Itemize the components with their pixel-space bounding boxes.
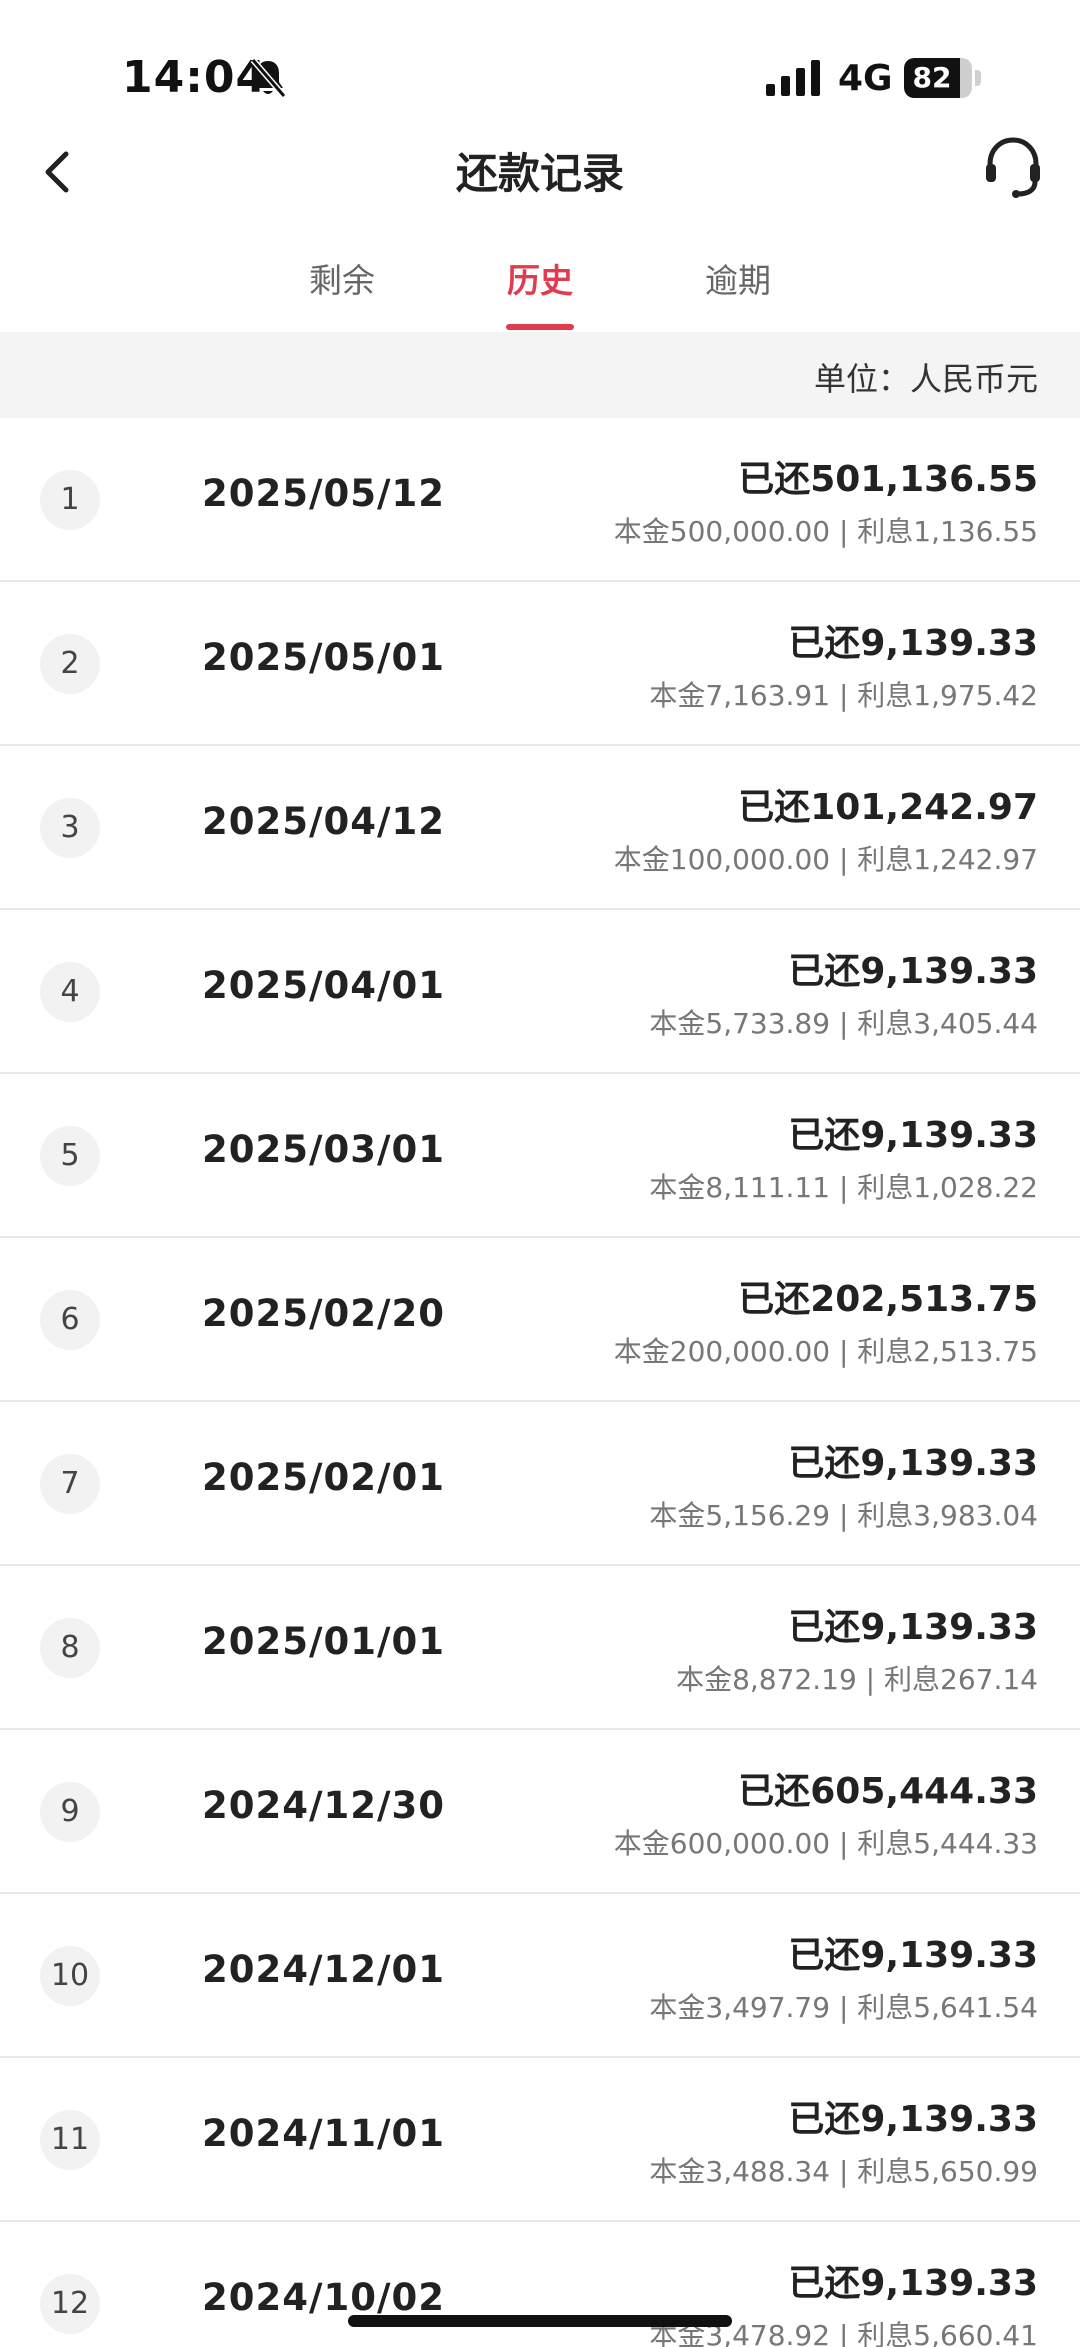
- record-date: 2025/04/01: [202, 964, 445, 1007]
- record-principal-interest: 本金600,000.00 | 利息5,444.33: [613, 1827, 1038, 1860]
- record-paid-amount: 已还9,139.33: [788, 2263, 1038, 2304]
- nav-header: 还款记录: [0, 120, 1080, 230]
- record-principal-interest: 本金200,000.00 | 利息2,513.75: [613, 1335, 1038, 1368]
- record-paid-amount: 已还9,139.33: [788, 2099, 1038, 2140]
- repayment-record-list: 1 2025/05/12 已还501,136.55 本金500,000.00 | 利息…: [0, 418, 1080, 2347]
- network-type: 4G: [838, 58, 893, 99]
- record-date: 2024/11/01: [202, 2112, 445, 2155]
- record-index-badge: 1: [40, 470, 100, 530]
- record-principal-interest: 本金8,111.11 | 利息1,028.22: [649, 1171, 1038, 1204]
- tab-history[interactable]: 历史: [470, 254, 610, 302]
- record-index-badge: 3: [40, 798, 100, 858]
- record-principal-interest: 本金5,156.29 | 利息3,983.04: [649, 1499, 1038, 1532]
- record-paid-amount: 已还9,139.33: [788, 1607, 1038, 1648]
- repayment-record-row[interactable]: 4 2025/04/01 已还9,139.33 本金5,733.89 | 利息3,40…: [0, 910, 1080, 1074]
- tab-bar: 剩余 历史 逾期: [0, 240, 1080, 332]
- record-date: 2025/01/01: [202, 1620, 445, 1663]
- repayment-record-row[interactable]: 1 2025/05/12 已还501,136.55 本金500,000.00 | 利息…: [0, 418, 1080, 582]
- unit-bar: 单位：人民币元: [0, 332, 1080, 418]
- battery-icon: 82: [904, 58, 982, 98]
- repayment-record-row[interactable]: 7 2025/02/01 已还9,139.33 本金5,156.29 | 利息3,98…: [0, 1402, 1080, 1566]
- headset-icon[interactable]: [982, 134, 1044, 200]
- record-paid-amount: 已还9,139.33: [788, 1443, 1038, 1484]
- signal-icon: [766, 60, 820, 96]
- record-date: 2025/03/01: [202, 1128, 445, 1171]
- record-principal-interest: 本金100,000.00 | 利息1,242.97: [613, 843, 1038, 876]
- record-index-badge: 8: [40, 1618, 100, 1678]
- tab-remaining[interactable]: 剩余: [272, 254, 412, 302]
- repayment-history-screen: 14:04 4G 82 还款记录 剩余 历史 逾期 单位：人民币元 1 2025…: [0, 0, 1080, 2347]
- record-paid-amount: 已还501,136.55: [738, 459, 1038, 500]
- record-principal-interest: 本金8,872.19 | 利息267.14: [676, 1663, 1038, 1696]
- currency-unit-label: 单位：人民币元: [813, 360, 1038, 398]
- repayment-record-row[interactable]: 11 2024/11/01 已还9,139.33 本金3,488.34 | 利息5,6…: [0, 2058, 1080, 2222]
- record-principal-interest: 本金3,488.34 | 利息5,650.99: [649, 2155, 1038, 2188]
- repayment-record-row[interactable]: 3 2025/04/12 已还101,242.97 本金100,000.00 | 利息…: [0, 746, 1080, 910]
- record-date: 2025/04/12: [202, 800, 445, 843]
- record-date: 2024/12/01: [202, 1948, 445, 1991]
- tab-overdue[interactable]: 逾期: [668, 254, 808, 302]
- record-paid-amount: 已还9,139.33: [788, 1935, 1038, 1976]
- record-date: 2025/02/20: [202, 1292, 445, 1335]
- repayment-record-row[interactable]: 5 2025/03/01 已还9,139.33 本金8,111.11 | 利息1,02…: [0, 1074, 1080, 1238]
- repayment-record-row[interactable]: 2 2025/05/01 已还9,139.33 本金7,163.91 | 利息1,97…: [0, 582, 1080, 746]
- repayment-record-row[interactable]: 10 2024/12/01 已还9,139.33 本金3,497.79 | 利息5,6…: [0, 1894, 1080, 2058]
- record-index-badge: 6: [40, 1290, 100, 1350]
- bell-slash-icon: [250, 58, 287, 98]
- record-paid-amount: 已还605,444.33: [738, 1771, 1038, 1812]
- record-paid-amount: 已还9,139.33: [788, 623, 1038, 664]
- record-principal-interest: 本金5,733.89 | 利息3,405.44: [649, 1007, 1038, 1040]
- record-principal-interest: 本金7,163.91 | 利息1,975.42: [649, 679, 1038, 712]
- status-time: 14:04: [122, 52, 268, 103]
- record-index-badge: 10: [40, 1946, 100, 2006]
- record-date: 2025/05/01: [202, 636, 445, 679]
- record-index-badge: 2: [40, 634, 100, 694]
- repayment-record-row[interactable]: 9 2024/12/30 已还605,444.33 本金600,000.00 | 利息…: [0, 1730, 1080, 1894]
- record-principal-interest: 本金500,000.00 | 利息1,136.55: [613, 515, 1038, 548]
- record-index-badge: 9: [40, 1782, 100, 1842]
- active-tab-indicator: [506, 324, 574, 330]
- repayment-record-row[interactable]: 12 2024/10/02 已还9,139.33 本金3,478.92 | 利息5,6…: [0, 2222, 1080, 2347]
- record-principal-interest: 本金3,497.79 | 利息5,641.54: [649, 1991, 1038, 2024]
- repayment-record-row[interactable]: 8 2025/01/01 已还9,139.33 本金8,872.19 | 利息267.…: [0, 1566, 1080, 1730]
- home-indicator: [348, 2315, 732, 2327]
- repayment-record-row[interactable]: 6 2025/02/20 已还202,513.75 本金200,000.00 | 利息…: [0, 1238, 1080, 1402]
- record-paid-amount: 已还9,139.33: [788, 951, 1038, 992]
- page-title: 还款记录: [455, 149, 624, 198]
- record-date: 2025/02/01: [202, 1456, 445, 1499]
- record-paid-amount: 已还101,242.97: [738, 787, 1038, 828]
- record-paid-amount: 已还9,139.33: [788, 1115, 1038, 1156]
- record-date: 2025/05/12: [202, 472, 445, 515]
- record-index-badge: 12: [40, 2274, 100, 2334]
- record-index-badge: 4: [40, 962, 100, 1022]
- status-bar: 14:04 4G 82: [0, 0, 1080, 140]
- record-paid-amount: 已还202,513.75: [738, 1279, 1038, 1320]
- record-index-badge: 11: [40, 2110, 100, 2170]
- record-index-badge: 7: [40, 1454, 100, 1514]
- record-date: 2024/10/02: [202, 2276, 445, 2319]
- record-index-badge: 5: [40, 1126, 100, 1186]
- battery-level: 82: [912, 61, 952, 94]
- record-date: 2024/12/30: [202, 1784, 445, 1827]
